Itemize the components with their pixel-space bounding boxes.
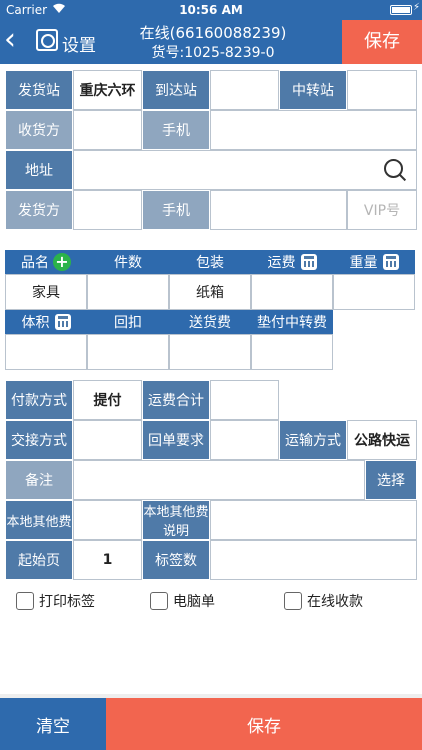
computer-order-text: 电脑单: [173, 594, 215, 610]
address-field[interactable]: [73, 150, 417, 190]
goods-name-cell[interactable]: 家具: [5, 274, 87, 310]
receipt-label: 回单要求: [142, 420, 210, 460]
local-other-fee-desc-label: 本地其他费说明: [142, 500, 210, 540]
sender-label: 发货方: [5, 190, 73, 230]
goods-header-volume: 体积: [5, 310, 87, 334]
select-button[interactable]: 选择: [365, 460, 417, 500]
goods-qty-cell[interactable]: [87, 274, 169, 310]
settings-icon[interactable]: [36, 29, 58, 51]
destination-field[interactable]: [210, 70, 279, 110]
freight-total-label: 运费合计: [142, 380, 210, 420]
goods-header-advance-transfer-fee: 垫付中转费: [251, 310, 333, 334]
page-title: 在线(66160088239): [139, 24, 287, 42]
charging-icon: ⚡: [412, 2, 420, 13]
receiver-phone-field[interactable]: [210, 110, 417, 150]
goods-name-header-label: 品名: [21, 255, 49, 271]
calculator-icon[interactable]: [54, 314, 71, 330]
goods-header-delivery-fee: 送货费: [169, 310, 251, 334]
pay-method-label: 付款方式: [5, 380, 73, 420]
weight-header-label: 重量: [349, 255, 378, 271]
sender-phone-field[interactable]: [210, 190, 347, 230]
online-payment-checkbox[interactable]: 在线收款: [284, 591, 363, 611]
transfer-field[interactable]: [347, 70, 417, 110]
computer-order-checkbox[interactable]: 电脑单: [150, 591, 215, 611]
local-other-fee-desc-field[interactable]: [210, 500, 417, 540]
start-page-field[interactable]: 1: [73, 540, 142, 580]
page-subtitle: 货号:1025-8239-0: [151, 45, 275, 61]
add-icon[interactable]: +: [53, 253, 71, 271]
print-label-checkbox[interactable]: 打印标签: [16, 591, 95, 611]
goods-advance-transfer-fee-cell[interactable]: [251, 334, 333, 370]
goods-volume-cell[interactable]: [5, 334, 87, 370]
sign-count-label: 标签数: [142, 540, 210, 580]
pay-method-field[interactable]: 提付: [73, 380, 142, 420]
online-payment-text: 在线收款: [307, 594, 363, 610]
goods-freight-cell[interactable]: [251, 274, 333, 310]
receipt-field[interactable]: [210, 420, 279, 460]
receiver-phone-label: 手机: [142, 110, 210, 150]
address-label: 地址: [5, 150, 73, 190]
local-other-fee-label: 本地其他费: [5, 500, 73, 540]
goods-delivery-fee-cell[interactable]: [169, 334, 251, 370]
goods-header-freight: 运费: [251, 250, 333, 274]
remark-label: 备注: [5, 460, 73, 500]
handover-label: 交接方式: [5, 420, 73, 460]
back-icon[interactable]: ‹: [4, 23, 16, 57]
receiver-label: 收货方: [5, 110, 73, 150]
save-button-top[interactable]: 保存: [342, 20, 422, 64]
save-button[interactable]: 保存: [106, 698, 422, 750]
vip-field[interactable]: VIP号: [347, 190, 417, 230]
goods-header-qty: 件数: [87, 250, 169, 274]
goods-header-name: 品名 +: [5, 250, 87, 274]
status-time: 10:56 AM: [179, 3, 243, 17]
remark-field[interactable]: [73, 460, 365, 500]
freight-header-label: 运费: [267, 255, 296, 271]
destination-label: 到达站: [142, 70, 210, 110]
origin-field[interactable]: 重庆六环: [73, 70, 142, 110]
checkbox-icon[interactable]: [284, 592, 302, 610]
goods-package-cell[interactable]: 纸箱: [169, 274, 251, 310]
battery-icon: [390, 5, 412, 15]
volume-header-label: 体积: [21, 315, 50, 331]
search-icon[interactable]: [384, 159, 408, 183]
goods-rebate-cell[interactable]: [87, 334, 169, 370]
bottom-bar: 清空 保存: [0, 698, 422, 750]
goods-header-package: 包装: [169, 250, 251, 274]
nav-bar: ‹ 设置 在线(66160088239) 货号:1025-8239-0 保存: [0, 20, 422, 64]
freight-total-field[interactable]: [210, 380, 279, 420]
origin-label: 发货站: [5, 70, 73, 110]
transfer-label: 中转站: [279, 70, 347, 110]
transport-label: 运输方式: [279, 420, 347, 460]
settings-label[interactable]: 设置: [62, 31, 96, 56]
checkbox-icon[interactable]: [16, 592, 34, 610]
transport-field[interactable]: 公路快运: [347, 420, 417, 460]
goods-header-weight: 重量: [333, 250, 415, 274]
print-label-text: 打印标签: [39, 594, 95, 610]
start-page-label: 起始页: [5, 540, 73, 580]
local-other-fee-field[interactable]: [73, 500, 142, 540]
sender-field[interactable]: [73, 190, 142, 230]
sign-count-field[interactable]: [210, 540, 417, 580]
sender-phone-label: 手机: [142, 190, 210, 230]
goods-header-rebate: 回扣: [87, 310, 169, 334]
goods-weight-cell[interactable]: [333, 274, 415, 310]
status-bar: Carrier 10:56 AM ⚡: [0, 0, 422, 20]
checkbox-icon[interactable]: [150, 592, 168, 610]
handover-field[interactable]: [73, 420, 142, 460]
receiver-field[interactable]: [73, 110, 142, 150]
calculator-icon[interactable]: [382, 254, 399, 270]
clear-button[interactable]: 清空: [0, 698, 106, 750]
calculator-icon[interactable]: [300, 254, 317, 270]
